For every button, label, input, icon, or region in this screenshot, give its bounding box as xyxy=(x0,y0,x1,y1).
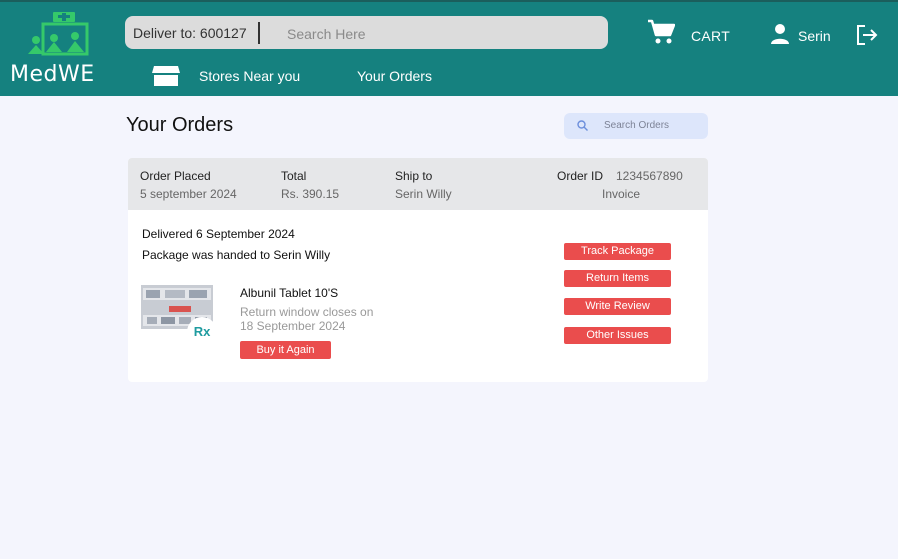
search-bar[interactable]: Deliver to: 600127 Search Here xyxy=(125,16,608,49)
order-id-value: 1234567890 xyxy=(616,169,683,183)
delivery-note: Package was handed to Serin Willy xyxy=(142,248,331,262)
order-search-input[interactable]: Search Orders xyxy=(564,113,708,139)
page-title: Your Orders xyxy=(126,114,234,136)
order-card: Order Placed 5 september 2024 Total Rs. … xyxy=(128,158,708,382)
search-icon xyxy=(577,120,588,131)
track-package-button[interactable]: Track Package xyxy=(564,243,671,260)
search-input[interactable]: Search Here xyxy=(287,26,366,42)
order-id-label: Order ID xyxy=(557,169,604,183)
buy-it-again-button[interactable]: Buy it Again xyxy=(240,341,331,359)
ship-to-label: Ship to xyxy=(395,169,433,183)
rx-badge: Rx xyxy=(187,317,217,347)
order-placed-label: Order Placed xyxy=(140,169,211,183)
order-search-placeholder: Search Orders xyxy=(604,120,670,131)
store-icon[interactable] xyxy=(151,65,181,87)
order-total-value: Rs. 390.15 xyxy=(281,187,340,201)
nav-stores-near-you[interactable]: Stores Near you xyxy=(199,68,300,84)
logout-icon[interactable] xyxy=(855,24,879,46)
product-name[interactable]: Albunil Tablet 10'S xyxy=(240,286,338,300)
order-placed-value: 5 september 2024 xyxy=(140,187,237,201)
return-window-text: Return window closes on 18 September 202… xyxy=(240,305,374,333)
write-review-button[interactable]: Write Review xyxy=(564,298,671,315)
user-name[interactable]: Serin xyxy=(798,28,831,44)
deliver-to-location[interactable]: Deliver to: 600127 xyxy=(133,25,247,41)
order-summary-header: Order Placed 5 september 2024 Total Rs. … xyxy=(128,158,708,210)
other-issues-button[interactable]: Other Issues xyxy=(564,327,671,344)
top-header: MedWE Deliver to: 600127 Search Here CAR… xyxy=(0,0,898,96)
delivery-status: Delivered 6 September 2024 xyxy=(142,227,295,241)
cart-label[interactable]: CART xyxy=(691,28,730,44)
search-divider xyxy=(258,22,260,44)
user-icon[interactable] xyxy=(770,23,790,45)
cart-icon[interactable] xyxy=(647,19,675,45)
invoice-link[interactable]: Invoice xyxy=(602,187,640,201)
order-total-label: Total xyxy=(281,169,307,183)
ship-to-value[interactable]: Serin Willy xyxy=(395,187,452,201)
nav-your-orders[interactable]: Your Orders xyxy=(357,68,432,84)
brand-name: MedWE xyxy=(10,62,95,87)
return-items-button[interactable]: Return Items xyxy=(564,270,671,287)
